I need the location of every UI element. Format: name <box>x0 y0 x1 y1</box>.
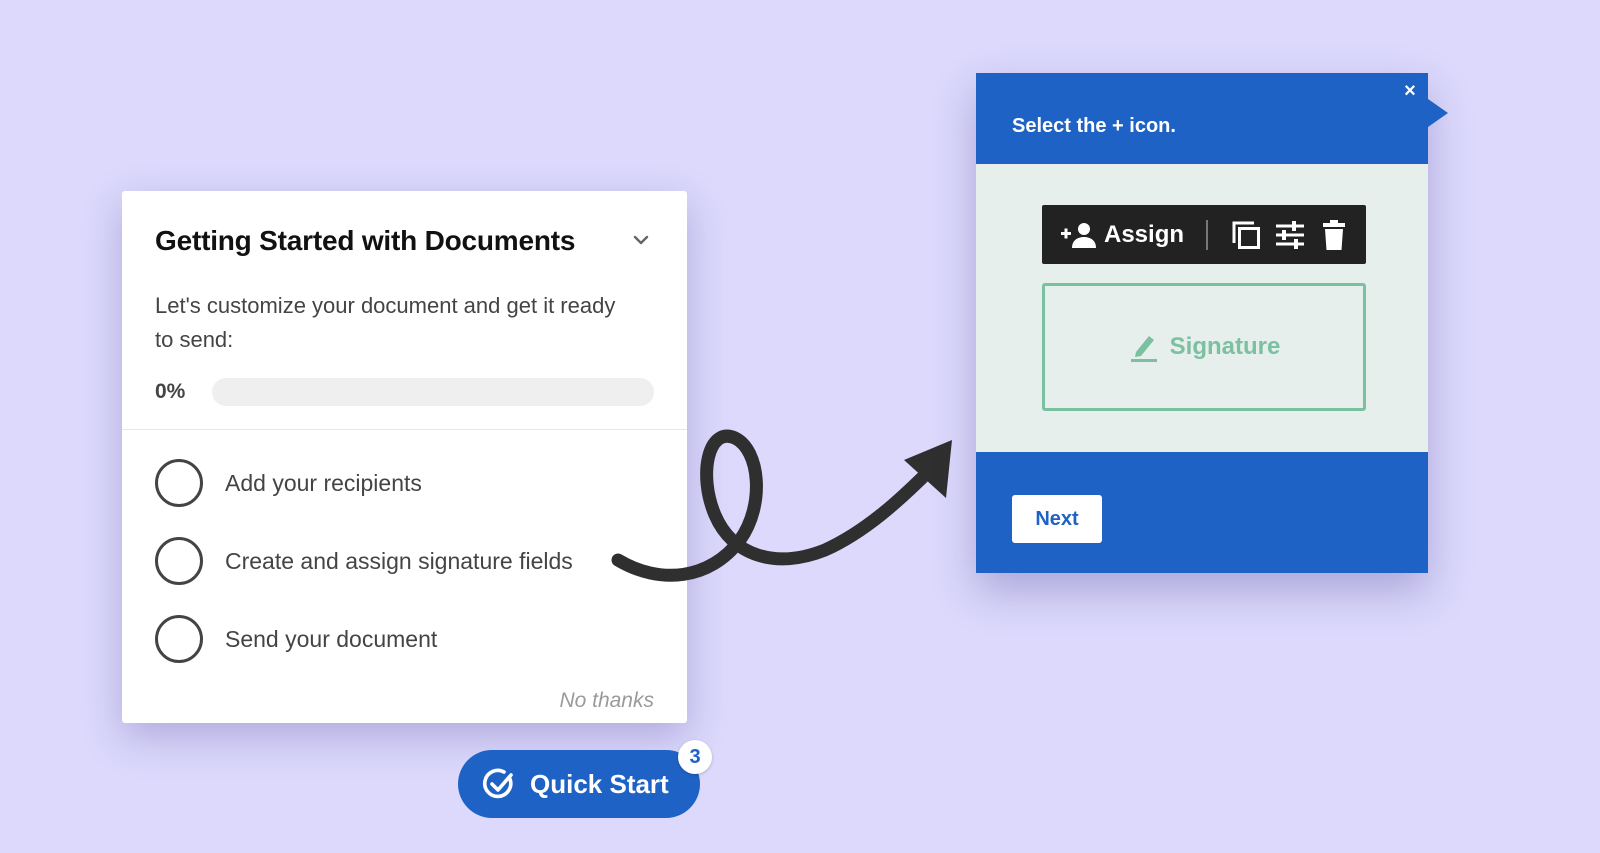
progress-row: 0% <box>155 376 654 406</box>
task-checkbox[interactable] <box>155 537 203 585</box>
tooltip-header: Select the + icon. × <box>976 73 1448 164</box>
task-send-document[interactable]: Send your document <box>155 612 437 666</box>
quick-start-button[interactable]: Quick Start 3 <box>458 740 712 818</box>
card-title: Getting Started with Documents <box>155 225 576 256</box>
card-header: Getting Started with Documents <box>155 225 654 257</box>
quick-start-badge: 3 <box>678 740 712 774</box>
trash-icon[interactable] <box>1316 217 1352 253</box>
sliders-icon[interactable] <box>1272 217 1308 253</box>
quick-start-label: Quick Start <box>530 768 669 799</box>
field-toolbar: Assign <box>1042 205 1366 264</box>
assign-label: Assign <box>1104 220 1185 248</box>
assign-button[interactable]: Assign <box>1060 221 1184 249</box>
tooltip-pointer <box>1428 99 1448 127</box>
task-label: Add your recipients <box>225 469 422 496</box>
close-icon[interactable]: × <box>1400 81 1420 101</box>
pen-icon <box>1130 336 1157 362</box>
task-label: Create and assign signature fields <box>225 547 573 574</box>
toolbar-divider <box>1206 219 1209 250</box>
check-circle-icon <box>483 768 513 799</box>
copy-icon[interactable] <box>1228 217 1264 253</box>
task-label: Send your document <box>225 625 438 652</box>
tooltip-panel: Select the + icon. × Assign Signature Ne… <box>976 73 1448 573</box>
next-button[interactable]: Next <box>1012 495 1102 543</box>
progress-bar <box>212 378 654 406</box>
chevron-down-icon[interactable] <box>630 229 652 251</box>
signature-label: Signature <box>1169 333 1281 360</box>
task-checkbox[interactable] <box>155 615 203 663</box>
task-checkbox[interactable] <box>155 459 203 507</box>
progress-percent: 0% <box>155 380 186 403</box>
task-signature-fields[interactable]: Create and assign signature fields <box>155 534 573 588</box>
card-description: Let's customize your document and get it… <box>155 293 616 352</box>
signature-field[interactable]: Signature <box>1042 283 1366 411</box>
curly-arrow-icon <box>611 429 952 582</box>
tooltip-footer: Next <box>976 452 1428 573</box>
no-thanks-link[interactable]: No thanks <box>559 689 654 713</box>
task-add-recipients[interactable]: Add your recipients <box>155 456 422 510</box>
tooltip-preview: Assign Signature <box>976 164 1428 452</box>
tooltip-title: Select the + icon. <box>1012 115 1176 137</box>
add-person-icon <box>1061 222 1096 248</box>
